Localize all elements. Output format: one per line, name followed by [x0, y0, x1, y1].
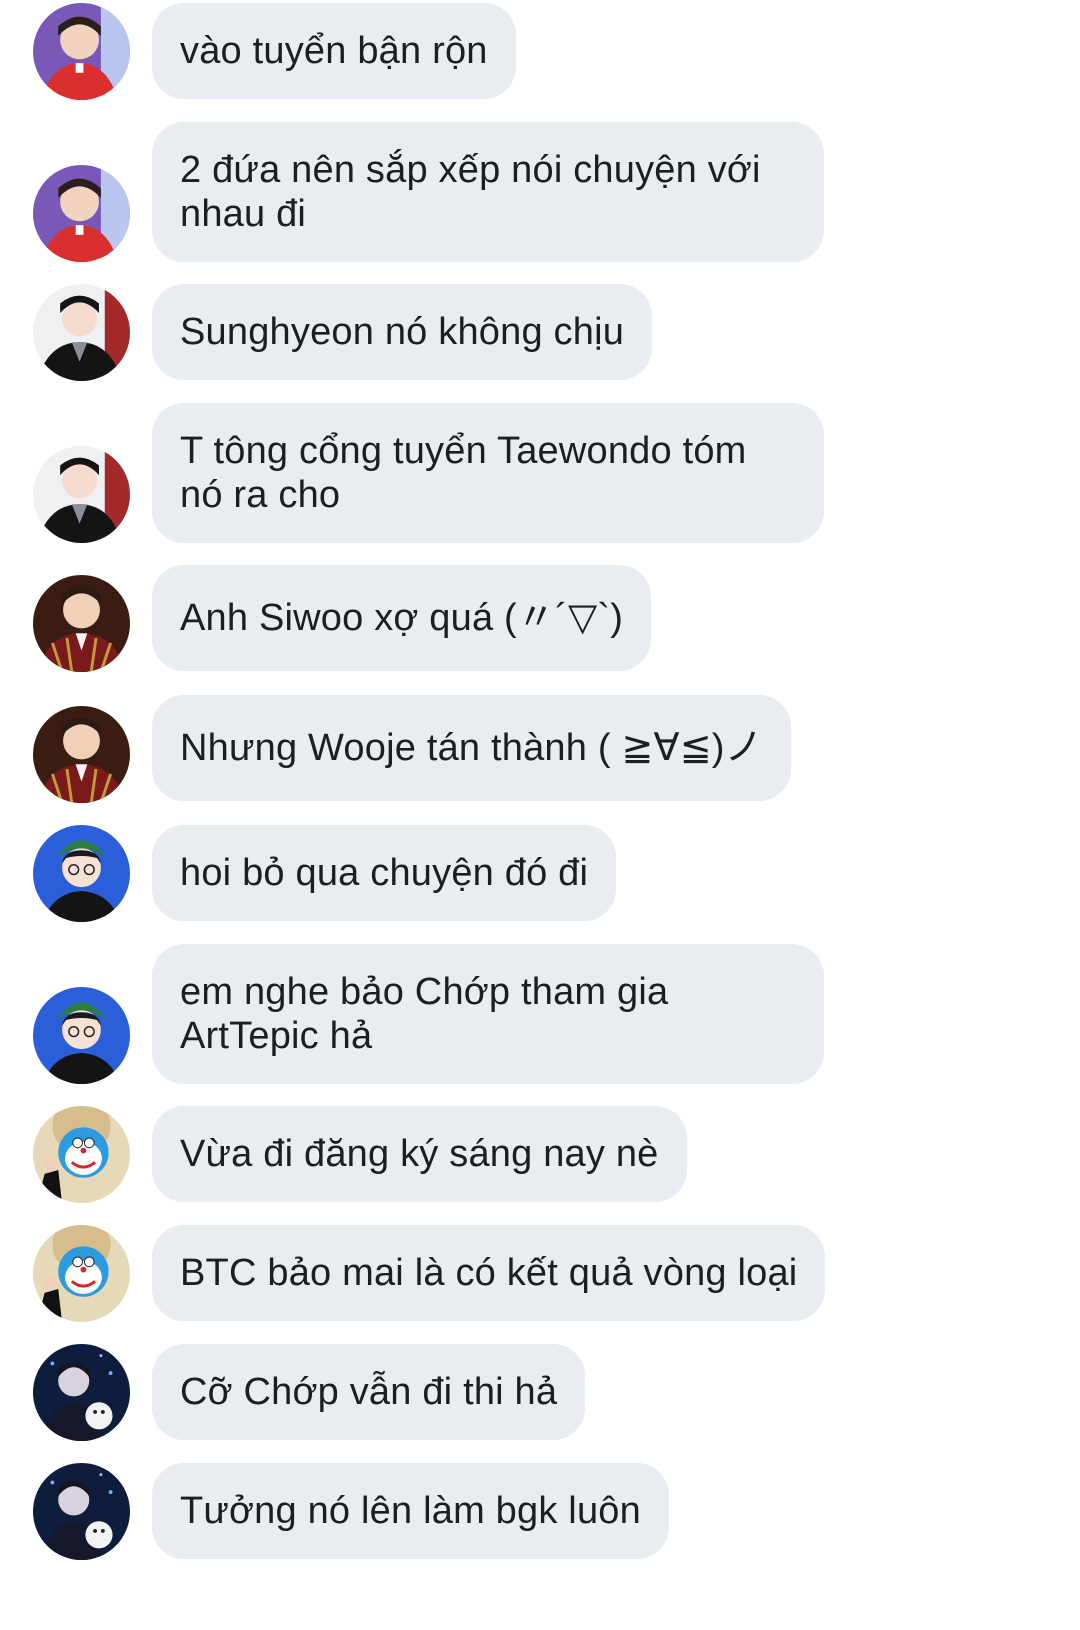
avatar-player-dark-blue[interactable]	[33, 1344, 130, 1441]
message-text: Nhưng Wooje tán thành ( ≧∀≦)ノ	[180, 727, 763, 769]
avatar-player-black-suit[interactable]	[33, 284, 130, 381]
avatar-player-red-jersey[interactable]	[33, 165, 130, 262]
message-bubble[interactable]: Cỡ Chớp vẫn đi thi hả	[152, 1344, 586, 1440]
message-bubble[interactable]: T tông cổng tuyển Taewondo tóm nó ra cho	[152, 403, 824, 543]
message-bubble[interactable]: vào tuyển bận rộn	[152, 3, 516, 99]
message-bubble[interactable]: BTC bảo mai là có kết quả vòng loại	[152, 1225, 826, 1321]
chat-thread: vào tuyển bận rộn 2 đứa nên sắp xếp nói …	[0, 0, 1080, 1630]
message-text: em nghe bảo Chớp tham gia ArtTepic hả	[180, 971, 669, 1057]
avatar-player-plaid-jacket[interactable]	[33, 706, 130, 803]
avatar-player-dark-blue[interactable]	[33, 1463, 130, 1560]
avatar-player-green-hat[interactable]	[33, 825, 130, 922]
message-text: Sunghyeon nó không chịu	[180, 311, 625, 353]
message-bubble[interactable]: hoi bỏ qua chuyện đó đi	[152, 825, 617, 921]
avatar-player-red-jersey[interactable]	[33, 3, 130, 100]
avatar-player-green-hat[interactable]	[33, 987, 130, 1084]
message-bubble[interactable]: Sunghyeon nó không chịu	[152, 284, 653, 380]
message-text: 2 đứa nên sắp xếp nói chuyện với nhau đi	[180, 149, 761, 235]
message-text: Anh Siwoo xợ quá (〃´▽`)	[180, 597, 624, 639]
message-bubble[interactable]: Tưởng nó lên làm bgk luôn	[152, 1463, 669, 1559]
message-text: Tưởng nó lên làm bgk luôn	[180, 1490, 641, 1532]
avatar-doraemon[interactable]	[33, 1106, 130, 1203]
message-bubble[interactable]: Vừa đi đăng ký sáng nay nè	[152, 1106, 687, 1202]
avatar-player-black-suit[interactable]	[33, 446, 130, 543]
message-text: hoi bỏ qua chuyện đó đi	[180, 852, 589, 894]
message-text: T tông cổng tuyển Taewondo tóm nó ra cho	[180, 430, 747, 516]
message-bubble[interactable]: 2 đứa nên sắp xếp nói chuyện với nhau đi	[152, 122, 824, 262]
message-text: Cỡ Chớp vẫn đi thi hả	[180, 1371, 558, 1413]
message-text: BTC bảo mai là có kết quả vòng loại	[180, 1252, 798, 1294]
message-text: Vừa đi đăng ký sáng nay nè	[180, 1133, 659, 1175]
message-text: vào tuyển bận rộn	[180, 30, 488, 72]
avatar-player-plaid-jacket[interactable]	[33, 575, 130, 672]
avatar-doraemon[interactable]	[33, 1225, 130, 1322]
message-bubble[interactable]: em nghe bảo Chớp tham gia ArtTepic hả	[152, 944, 824, 1084]
message-bubble[interactable]: Nhưng Wooje tán thành ( ≧∀≦)ノ	[152, 695, 791, 801]
message-bubble[interactable]: Anh Siwoo xợ quá (〃´▽`)	[152, 565, 652, 671]
